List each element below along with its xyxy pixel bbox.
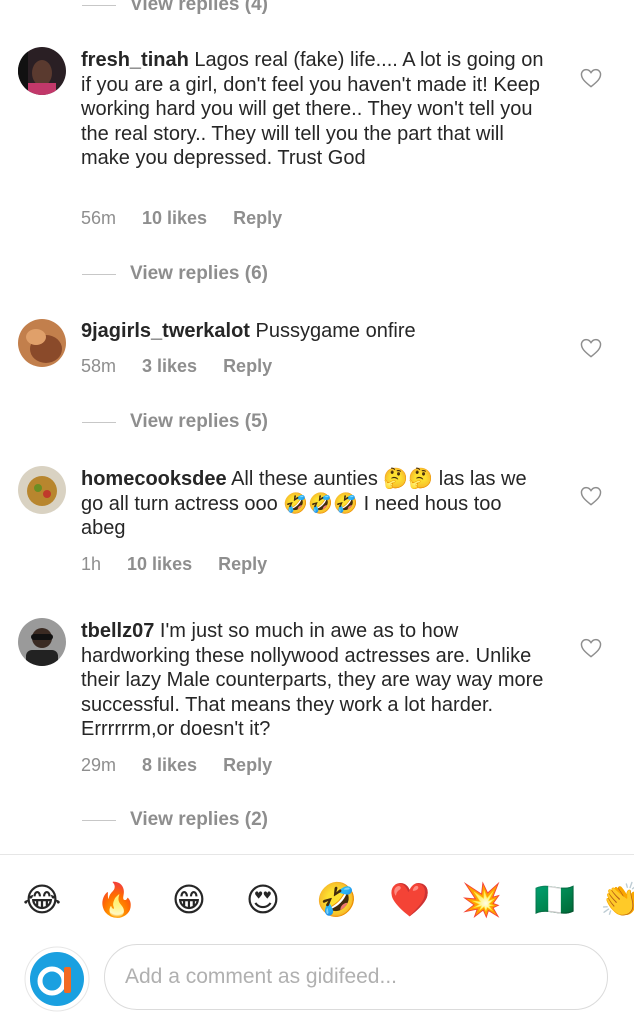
- emoji-fire[interactable]: 🔥: [96, 878, 137, 922]
- comment-input[interactable]: Add a comment as gidifeed...: [104, 944, 608, 1010]
- comment-time: 56m: [81, 208, 117, 228]
- comment-likes[interactable]: 10 likes: [142, 208, 207, 229]
- comment-username[interactable]: homecooksdee: [81, 468, 227, 490]
- emoji-grin[interactable]: 😁: [169, 878, 209, 922]
- comment-body: Pussygame onfire: [255, 320, 416, 342]
- replies-line: [82, 4, 116, 6]
- view-replies-button[interactable]: View replies (5): [82, 408, 268, 436]
- comment-meta: 58m 3 likes Reply: [81, 356, 272, 377]
- emoji-collision[interactable]: 💥: [461, 878, 502, 922]
- like-heart-icon[interactable]: [580, 486, 602, 506]
- view-replies-label: View replies (4): [130, 0, 268, 15]
- reply-button[interactable]: Reply: [223, 755, 272, 776]
- comment-time: 1h: [81, 554, 102, 574]
- comment-likes[interactable]: 10 likes: [127, 554, 192, 575]
- comment-body-part: All these aunties: [231, 468, 384, 490]
- view-replies-label: View replies (5): [130, 411, 268, 432]
- avatar[interactable]: [18, 319, 66, 367]
- emoji-nigeria-flag[interactable]: 🇳🇬: [534, 878, 575, 922]
- avatar[interactable]: [18, 466, 66, 514]
- like-heart-icon[interactable]: [580, 338, 602, 358]
- comment-text: 9jagirls_twerkalot Pussygame onfire: [81, 319, 551, 344]
- comment-text: homecooksdee All these aunties 🤔🤔 las la…: [81, 467, 551, 541]
- view-replies-button[interactable]: View replies (6): [82, 260, 268, 288]
- comment-username[interactable]: 9jagirls_twerkalot: [81, 320, 250, 342]
- comment-time: 58m: [81, 356, 117, 376]
- emoji-quick-bar: 😂 🔥 😁 😍 🤣 ❤️ 💥 🇳🇬 👏: [0, 878, 634, 924]
- emoji-red-heart[interactable]: ❤️: [389, 878, 430, 922]
- comment-text: fresh_tinah Lagos real (fake) life.... A…: [81, 48, 551, 171]
- divider: [0, 854, 634, 855]
- like-heart-icon[interactable]: [580, 68, 602, 88]
- view-replies-label: View replies (6): [130, 263, 268, 284]
- replies-line: [82, 819, 116, 821]
- current-user-avatar[interactable]: [24, 946, 90, 1012]
- comment-username[interactable]: fresh_tinah: [81, 49, 189, 71]
- emoji-heart-eyes[interactable]: 😍: [243, 878, 283, 922]
- view-replies-top[interactable]: View replies (4): [82, 0, 268, 19]
- comment-likes[interactable]: 3 likes: [142, 356, 197, 377]
- avatar[interactable]: [18, 47, 66, 95]
- comment-meta: 56m 10 likes Reply: [81, 208, 282, 229]
- reply-button[interactable]: Reply: [233, 208, 282, 229]
- like-heart-icon[interactable]: [580, 638, 602, 658]
- emoji-tears-of-joy[interactable]: 😂: [22, 878, 62, 922]
- replies-line: [82, 421, 116, 423]
- emoji-clap[interactable]: 👏: [600, 878, 634, 922]
- comment-meta: 29m 8 likes Reply: [81, 755, 272, 776]
- replies-line: [82, 273, 116, 275]
- thinking-emoji: 🤔🤔: [383, 468, 434, 490]
- reply-button[interactable]: Reply: [223, 356, 272, 377]
- rofl-emoji: 🤣🤣🤣: [283, 492, 359, 515]
- comment-text: tbellz07 I'm just so much in awe as to h…: [81, 619, 551, 742]
- emoji-rofl[interactable]: 🤣: [316, 878, 357, 922]
- view-replies-button[interactable]: View replies (2): [82, 806, 268, 834]
- comment-likes[interactable]: 8 likes: [142, 755, 197, 776]
- comment-meta: 1h 10 likes Reply: [81, 554, 267, 575]
- comment-username[interactable]: tbellz07: [81, 620, 154, 642]
- comment-composer: Add a comment as gidifeed...: [0, 944, 634, 1014]
- view-replies-label: View replies (2): [130, 809, 268, 830]
- comment-input-placeholder: Add a comment as gidifeed...: [125, 965, 397, 988]
- avatar[interactable]: [18, 618, 66, 666]
- comment-time: 29m: [81, 755, 117, 775]
- reply-button[interactable]: Reply: [218, 554, 267, 575]
